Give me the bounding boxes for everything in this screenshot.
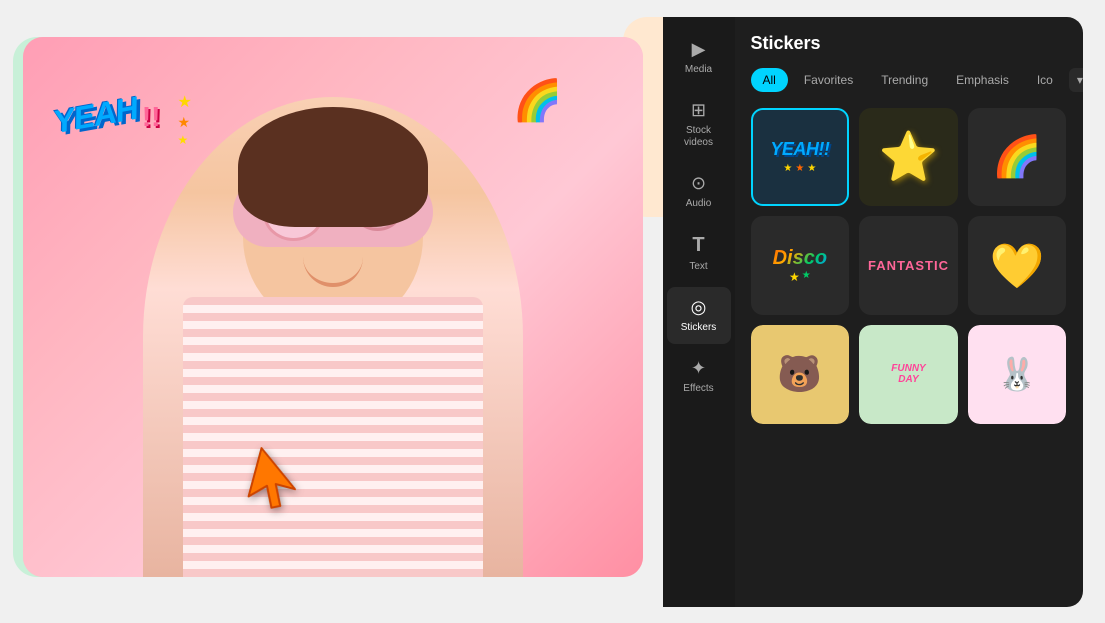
sidebar-item-audio[interactable]: ⊙ Audio <box>667 163 731 220</box>
filter-more-button[interactable]: ▾ <box>1069 68 1083 92</box>
filter-tab-emphasis[interactable]: Emphasis <box>944 68 1021 92</box>
main-container: YEAH !! ★ ★ ★ 🌈 <box>23 17 1083 607</box>
sidebar-stockvideos-label: Stockvideos <box>684 125 713 149</box>
sidebar-media-label: Media <box>685 64 712 76</box>
disco-text: Disco <box>773 247 827 270</box>
star-sticker-emoji: ⭐ <box>879 128 939 185</box>
sticker-cell-heart-rainbow[interactable]: 💛 <box>968 216 1067 315</box>
woman-hair <box>238 107 428 227</box>
woman-shirt <box>183 297 483 577</box>
rainbow-sticker-emoji: 🌈 <box>992 133 1042 180</box>
filter-tabs: All Favorites Trending Emphasis Ico ▾ <box>751 68 1067 92</box>
canvas-sticker-stars: ★ ★ ★ <box>178 92 192 147</box>
sticker-cell-disco[interactable]: Disco ★ ★ <box>751 216 850 315</box>
sticker-cell-fantastic[interactable]: FANTASTIC <box>859 216 958 315</box>
icon-sidebar: ▶ Media ⊞ Stockvideos ⊙ Audio T Text ◎ S… <box>663 17 735 607</box>
sticker-cell-smile[interactable]: 🐰 <box>968 325 1067 424</box>
filter-tab-trending[interactable]: Trending <box>869 68 940 92</box>
smile-content: 🐰 <box>968 325 1067 424</box>
sidebar-audio-label: Audio <box>686 198 712 210</box>
sidebar-item-stickers[interactable]: ◎ Stickers <box>667 287 731 344</box>
sticker-icon: ◎ <box>691 297 707 318</box>
yeah-exclaim: !! <box>142 101 161 132</box>
canvas-sticker-rainbow[interactable]: 🌈 <box>513 77 563 124</box>
effects-icon: ✦ <box>691 358 706 379</box>
canvas-area: YEAH !! ★ ★ ★ 🌈 <box>23 37 643 577</box>
yeah-sticker-preview: YEAH!! <box>770 139 829 160</box>
filter-tab-icons[interactable]: Ico <box>1025 68 1065 92</box>
sidebar-stickers-label: Stickers <box>681 322 717 334</box>
sidebar-effects-label: Effects <box>683 383 713 395</box>
woman-smile <box>303 257 363 287</box>
stickers-panel: Stickers All Favorites Trending Emphasis… <box>735 17 1083 607</box>
sidebar-item-text[interactable]: T Text <box>667 224 731 283</box>
yeah-sticker-text: YEAH <box>50 89 140 140</box>
grid-icon: ⊞ <box>691 100 706 121</box>
canvas-photo: YEAH !! ★ ★ ★ 🌈 <box>23 37 643 577</box>
canvas-sticker-yeah[interactable]: YEAH !! <box>53 97 161 134</box>
sidebar-item-effects[interactable]: ✦ Effects <box>667 348 731 405</box>
sidebar-text-label: Text <box>689 261 707 273</box>
woman-figure <box>143 97 523 577</box>
sticker-grid: YEAH!! ★ ★ ★ ⭐ 🌈 <box>751 108 1067 424</box>
sidebar-item-media[interactable]: ▶ Media <box>667 29 731 86</box>
sticker-cell-rainbow[interactable]: 🌈 <box>968 108 1067 207</box>
panel-title: Stickers <box>751 33 1067 54</box>
filter-tab-favorites[interactable]: Favorites <box>792 68 865 92</box>
sticker-cell-funnyday[interactable]: FUNNY DAY <box>859 325 958 424</box>
bear-sticker-content: 🐻 <box>751 325 850 424</box>
audio-icon: ⊙ <box>691 173 706 194</box>
sidebar-item-stock-videos[interactable]: ⊞ Stockvideos <box>667 90 731 159</box>
filter-tab-all[interactable]: All <box>751 68 788 92</box>
sticker-cell-star[interactable]: ⭐ <box>859 108 958 207</box>
right-panel: ▶ Media ⊞ Stockvideos ⊙ Audio T Text ◎ S… <box>663 17 1083 607</box>
sticker-cell-yeah[interactable]: YEAH!! ★ ★ ★ <box>751 108 850 207</box>
video-icon: ▶ <box>692 39 706 60</box>
text-icon: T <box>692 234 704 257</box>
sticker-cell-bear[interactable]: 🐻 <box>751 325 850 424</box>
heart-rainbow-emoji: 💛 <box>990 240 1045 292</box>
fantastic-text: FANTASTIC <box>868 258 949 273</box>
funnyday-content: FUNNY DAY <box>859 325 958 424</box>
